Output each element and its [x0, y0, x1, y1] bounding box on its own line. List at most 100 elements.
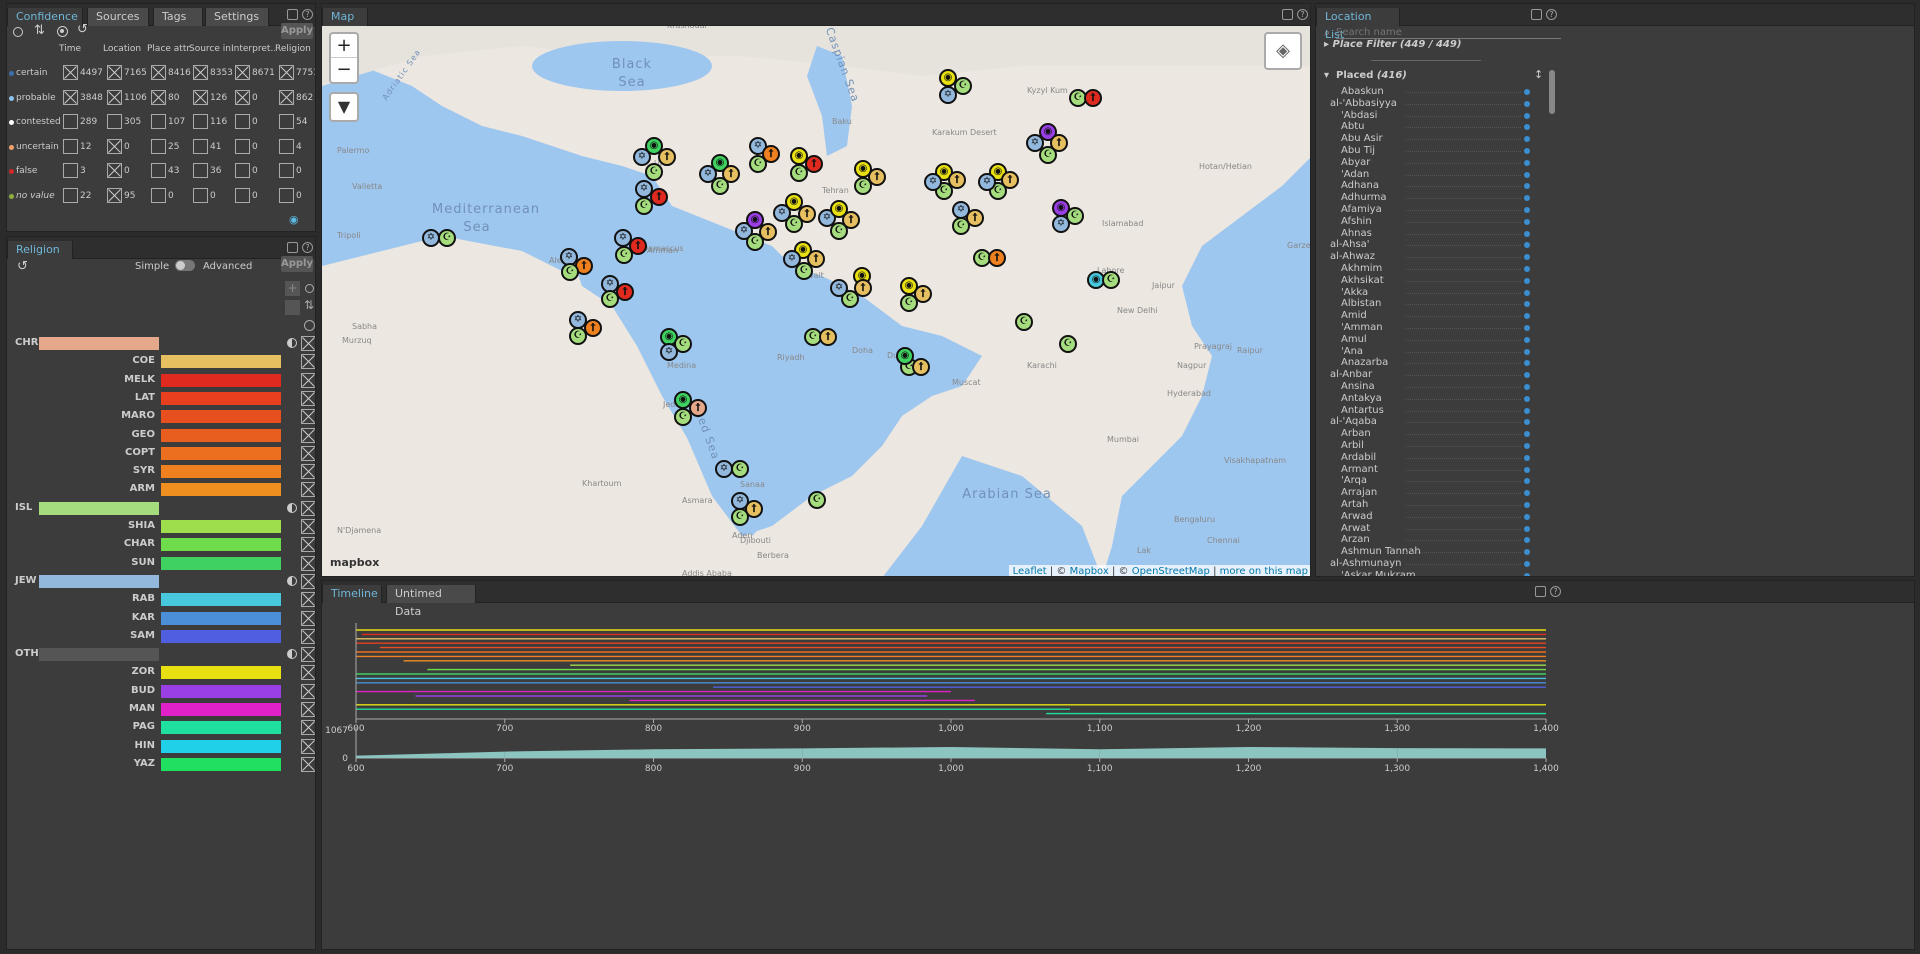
help-icon[interactable]: ?	[1550, 586, 1561, 597]
place-item[interactable]: Adhana	[1341, 180, 1379, 191]
islam-marker-icon[interactable]: ☪	[746, 233, 764, 251]
islam-marker-icon[interactable]: ☪	[790, 164, 808, 182]
maximize-icon[interactable]	[287, 9, 298, 20]
samaritan-marker-icon[interactable]: ◉	[896, 347, 914, 365]
islam-marker-icon[interactable]: ☪	[1039, 146, 1057, 164]
religion-checkbox[interactable]	[301, 372, 315, 388]
coptic-marker-icon[interactable]: †	[988, 249, 1006, 267]
jewish-marker-icon[interactable]: ✡	[660, 343, 678, 361]
confidence-checkbox[interactable]	[151, 114, 166, 129]
half-circle-icon[interactable]	[287, 338, 297, 348]
zoom-out-button[interactable]: −	[331, 58, 357, 82]
confidence-checkbox[interactable]	[193, 163, 208, 178]
confidence-checkbox[interactable]	[63, 138, 78, 154]
place-item[interactable]: al-'Aqaba	[1330, 416, 1377, 427]
apply-button[interactable]: Apply	[281, 23, 313, 39]
islam-marker-icon[interactable]: ☪	[1015, 313, 1033, 331]
islam-marker-icon[interactable]: ☪	[645, 163, 663, 181]
confidence-checkbox[interactable]	[279, 89, 294, 105]
place-item[interactable]: Arban	[1341, 428, 1371, 439]
religion-color-bar[interactable]	[161, 391, 281, 405]
place-item[interactable]: Abtu	[1341, 121, 1364, 132]
place-item[interactable]: Arbil	[1341, 440, 1364, 451]
target-icon[interactable]	[304, 320, 315, 331]
religion-checkbox[interactable]	[301, 464, 315, 480]
confidence-checkbox[interactable]	[193, 65, 208, 80]
confidence-checkbox[interactable]	[279, 187, 294, 203]
religion-checkbox[interactable]	[301, 628, 315, 644]
religion-checkbox[interactable]	[301, 354, 315, 370]
jewish-marker-icon[interactable]: ✡	[939, 86, 957, 104]
more-link[interactable]: more on this map	[1220, 566, 1308, 576]
religion-checkbox[interactable]	[301, 683, 315, 699]
place-item[interactable]: Akhsikat	[1341, 275, 1384, 286]
christian-marker-icon[interactable]: †	[658, 148, 676, 166]
confidence-checkbox[interactable]	[193, 89, 208, 105]
confidence-checkbox[interactable]	[151, 138, 166, 154]
confidence-checkbox[interactable]	[193, 187, 208, 203]
half-circle-icon[interactable]	[287, 649, 297, 660]
confidence-checkbox[interactable]	[279, 114, 294, 129]
confidence-checkbox[interactable]	[235, 187, 250, 203]
religion-checkbox[interactable]	[301, 573, 315, 589]
reset-icon[interactable]: ↺	[17, 259, 28, 274]
islam-marker-icon[interactable]: ☪	[854, 177, 872, 195]
place-item[interactable]: Amul	[1341, 334, 1367, 345]
place-item[interactable]: Abu Tij	[1341, 145, 1375, 156]
place-item[interactable]: al-Anbar	[1330, 369, 1372, 380]
islam-marker-icon[interactable]: ☪	[749, 155, 767, 173]
religion-color-bar[interactable]	[161, 465, 281, 479]
confidence-checkbox[interactable]	[151, 163, 166, 178]
place-filter-toggle[interactable]: ▸ Place Filter (449 / 449)	[1324, 39, 1461, 50]
islam-marker-icon[interactable]: ☪	[808, 491, 826, 509]
mapbox-link[interactable]: Mapbox	[1070, 566, 1109, 576]
place-item[interactable]: Armant	[1341, 464, 1378, 475]
religion-color-bar[interactable]	[161, 538, 281, 552]
religion-checkbox[interactable]	[301, 537, 315, 553]
place-item[interactable]: Antartus	[1341, 405, 1384, 416]
place-item[interactable]: al-Ashmunayn	[1330, 558, 1401, 569]
religion-color-bar[interactable]	[161, 355, 281, 369]
place-item[interactable]: Akhmim	[1341, 263, 1382, 274]
search-input[interactable]	[1336, 26, 1561, 39]
confidence-checkbox[interactable]	[235, 114, 250, 129]
religion-color-bar[interactable]	[161, 703, 281, 716]
half-circle-icon[interactable]	[287, 575, 297, 586]
target-icon[interactable]	[57, 26, 68, 37]
confidence-checkbox[interactable]	[107, 114, 122, 129]
jewish-marker-icon[interactable]: ✡	[633, 148, 651, 166]
place-item[interactable]: 'Abdasi	[1341, 110, 1377, 121]
islam-marker-icon[interactable]: ☪	[731, 460, 749, 478]
islam-marker-icon[interactable]: ☪	[1059, 335, 1077, 353]
tab-confidence[interactable]: Confidence	[7, 8, 83, 26]
leaflet-link[interactable]: Leaflet	[1013, 566, 1047, 576]
help-icon[interactable]: ?	[1546, 9, 1557, 20]
islam-marker-icon[interactable]: ☪	[952, 217, 970, 235]
maximize-icon[interactable]	[1535, 586, 1546, 597]
confidence-checkbox[interactable]	[151, 187, 166, 203]
confidence-checkbox[interactable]	[235, 163, 250, 178]
islam-marker-icon[interactable]: ☪	[1102, 271, 1120, 289]
religion-checkbox[interactable]	[301, 390, 315, 406]
confidence-checkbox[interactable]	[107, 89, 122, 105]
confidence-checkbox[interactable]	[235, 65, 250, 80]
place-item[interactable]: Abyar	[1341, 157, 1370, 168]
islam-marker-icon[interactable]: ☪	[561, 263, 579, 281]
christian-marker-icon[interactable]: †	[819, 328, 837, 346]
religion-checkbox[interactable]	[301, 738, 315, 754]
christian-marker-icon[interactable]: †	[912, 358, 930, 376]
religion-color-bar[interactable]	[161, 739, 281, 753]
religion-checkbox[interactable]	[301, 647, 315, 663]
confidence-checkbox[interactable]	[235, 89, 250, 105]
religion-checkbox[interactable]	[301, 519, 315, 534]
half-circle-icon[interactable]	[287, 502, 297, 513]
reset-circle-icon[interactable]	[13, 27, 23, 37]
help-icon[interactable]: ?	[302, 9, 313, 20]
confidence-checkbox[interactable]	[107, 138, 122, 154]
maximize-icon[interactable]	[287, 242, 298, 253]
confidence-checkbox[interactable]	[279, 138, 294, 154]
place-item[interactable]: Arwad	[1341, 511, 1373, 522]
confidence-checkbox[interactable]	[193, 138, 208, 154]
place-item[interactable]: Abu Asir	[1341, 133, 1383, 144]
religion-checkbox[interactable]	[301, 720, 315, 736]
